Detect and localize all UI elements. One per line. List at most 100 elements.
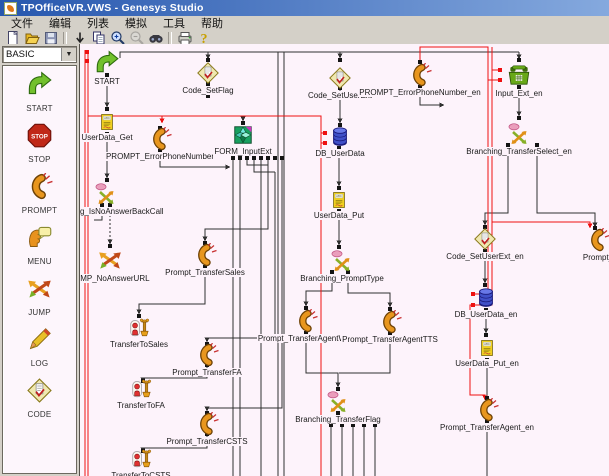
port-square <box>105 107 109 111</box>
port-square <box>373 423 377 427</box>
port-square <box>252 156 256 160</box>
palette-item-code[interactable]: CODE <box>3 377 76 419</box>
palette-item-start[interactable]: START <box>3 71 76 113</box>
db-icon <box>329 126 351 148</box>
flow-node-input-ext-en[interactable] <box>506 62 532 93</box>
palette-item-menu[interactable]: MENU <box>3 224 76 266</box>
flow-node-pr-transferfa[interactable] <box>195 343 219 372</box>
flow-node-br-transferselect-en[interactable] <box>507 122 531 151</box>
flow-node-br-prompttype[interactable] <box>330 249 354 278</box>
log-icon <box>26 326 53 353</box>
phone-icon <box>408 63 432 87</box>
menu-item-1[interactable]: 编辑 <box>41 15 79 31</box>
palette-item-stop[interactable]: STOPSTOP <box>3 122 76 164</box>
phone-icon <box>294 309 318 333</box>
port-square <box>535 143 539 147</box>
doc-icon: ABC <box>477 338 497 358</box>
phone-icon <box>26 173 53 200</box>
port-square <box>362 423 366 427</box>
port-square <box>206 94 210 98</box>
menu-item-5[interactable]: 帮助 <box>193 15 231 31</box>
flow-node-form-inputext[interactable] <box>232 124 254 151</box>
flow-node-start[interactable] <box>94 50 120 81</box>
port-square <box>323 131 327 135</box>
flow-node-pr-agenttts[interactable] <box>378 310 402 339</box>
flow-node-pr-agentwav[interactable] <box>294 309 318 338</box>
form-icon <box>232 124 254 146</box>
flow-edge <box>537 147 595 227</box>
flow-node-br-isnoanswer[interactable] <box>94 182 118 211</box>
menu-item-2[interactable]: 列表 <box>79 15 117 31</box>
menu-item-3[interactable]: 模拟 <box>117 15 155 31</box>
start-icon <box>26 71 53 98</box>
transfer-icon <box>128 317 150 339</box>
flow-node-userdata-put-en[interactable]: ABC <box>477 338 497 363</box>
flow-node-transfertocsts[interactable] <box>130 448 152 475</box>
port-square <box>338 58 342 62</box>
menu-bar: 文件编辑列表模拟工具帮助 <box>0 16 609 30</box>
flow-node-transfertofa[interactable] <box>130 378 152 405</box>
flow-edge <box>348 274 390 307</box>
flow-node-prompt-errorphone[interactable] <box>148 127 172 156</box>
greenphone-icon <box>506 62 532 88</box>
code-icon <box>26 377 53 404</box>
flow-node-transfertosales[interactable] <box>128 317 150 344</box>
port-square <box>85 59 89 63</box>
phone-icon <box>586 228 609 252</box>
flow-edge <box>207 160 282 411</box>
flow-node-pr-transferagent-en[interactable] <box>475 398 499 427</box>
palette-item-label: CODE <box>3 410 76 419</box>
doc-icon: ABC <box>97 112 117 132</box>
palette-item-log[interactable]: LOG <box>3 326 76 368</box>
component-palette: START STOPSTOP PROMPT MENU JUMP LOG CODE <box>2 65 77 474</box>
flow-node-code-setflag[interactable] <box>196 61 220 90</box>
flow-node-prompt-errorphone-en[interactable] <box>408 63 432 92</box>
palette-item-jump[interactable]: JUMP <box>3 275 76 317</box>
palette-item-prompt[interactable]: PROMPT <box>3 173 76 215</box>
phone-icon <box>193 243 217 267</box>
svg-text:STOP: STOP <box>31 133 48 140</box>
menu-item-0[interactable]: 文件 <box>3 15 41 31</box>
flow-canvas[interactable]: STARTCode_SetFlagABCUserData_GetPROMPT_E… <box>80 44 609 476</box>
flow-edge <box>306 274 332 306</box>
flow-node-pr-transfercsts[interactable] <box>195 412 219 441</box>
code-icon <box>328 66 352 90</box>
port-square <box>231 156 235 160</box>
flow-edge <box>139 269 205 314</box>
palette-panel: BASIC ▼ START STOPSTOP PROMPT MENU JUMP LOG CO… <box>0 44 80 476</box>
flow-edge <box>492 222 590 228</box>
code-icon <box>196 61 220 85</box>
palette-item-label: JUMP <box>3 308 76 317</box>
menu-icon <box>26 224 53 251</box>
port-square <box>238 156 242 160</box>
jump-icon <box>97 247 123 273</box>
flow-node-br-transferflag[interactable] <box>326 390 350 419</box>
stop-icon: STOP <box>26 122 53 149</box>
port-square <box>484 333 488 337</box>
svg-text:ABC: ABC <box>336 194 342 198</box>
transfer-icon <box>130 378 152 400</box>
code-icon <box>473 227 497 251</box>
flow-node-userdata-put[interactable]: ABC <box>329 190 349 215</box>
menu-item-4[interactable]: 工具 <box>155 15 193 31</box>
app-icon <box>4 2 17 15</box>
toolbar-separator <box>168 32 172 45</box>
flow-node-db-userdata[interactable] <box>329 126 351 153</box>
window-title: TPOfficeIVR.VWS - Genesys Studio <box>21 2 204 14</box>
svg-text:ABC: ABC <box>104 116 110 120</box>
title-bar[interactable]: TPOfficeIVR.VWS - Genesys Studio <box>0 0 609 16</box>
palette-category-select[interactable]: BASIC ▼ <box>2 46 77 63</box>
flow-node-code-setuserext-en[interactable] <box>473 227 497 256</box>
chevron-down-icon[interactable]: ▼ <box>61 48 76 61</box>
flow-node-pr-transfersales[interactable] <box>193 243 217 272</box>
flow-edge <box>247 158 268 165</box>
app-window: TPOfficeIVR.VWS - Genesys Studio 文件编辑列表模… <box>0 0 609 476</box>
flow-node-userdata-get[interactable]: ABC <box>97 112 117 137</box>
palette-item-label: PROMPT <box>3 206 76 215</box>
flow-edge <box>207 172 275 342</box>
flow-node-code-setuserext[interactable] <box>328 66 352 95</box>
flow-node-jump-noanswerurl[interactable] <box>97 247 123 278</box>
flow-node-prompt-right[interactable] <box>586 228 609 257</box>
phone-icon <box>475 398 499 422</box>
flow-node-db-userdata-en[interactable] <box>475 287 497 314</box>
